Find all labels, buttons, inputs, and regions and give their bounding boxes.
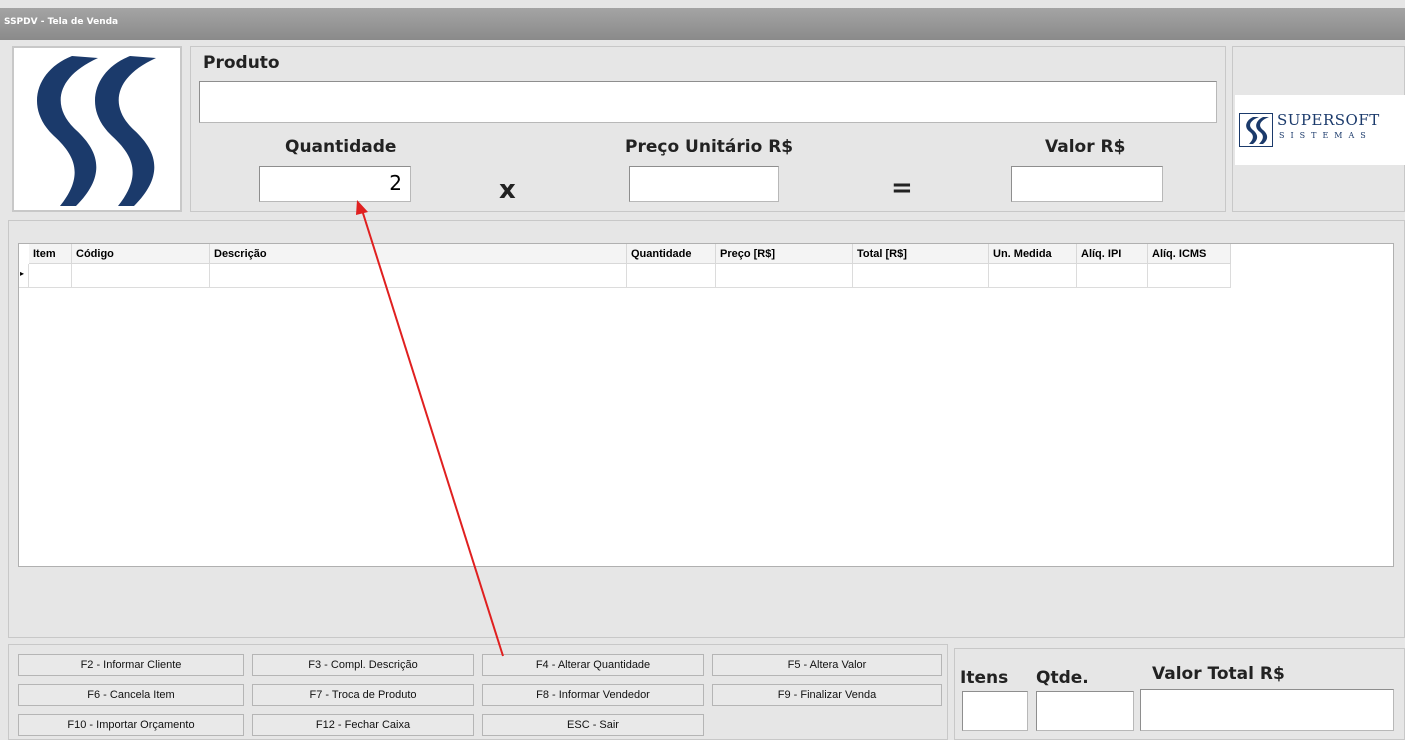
annotation-arrow bbox=[356, 200, 504, 657]
